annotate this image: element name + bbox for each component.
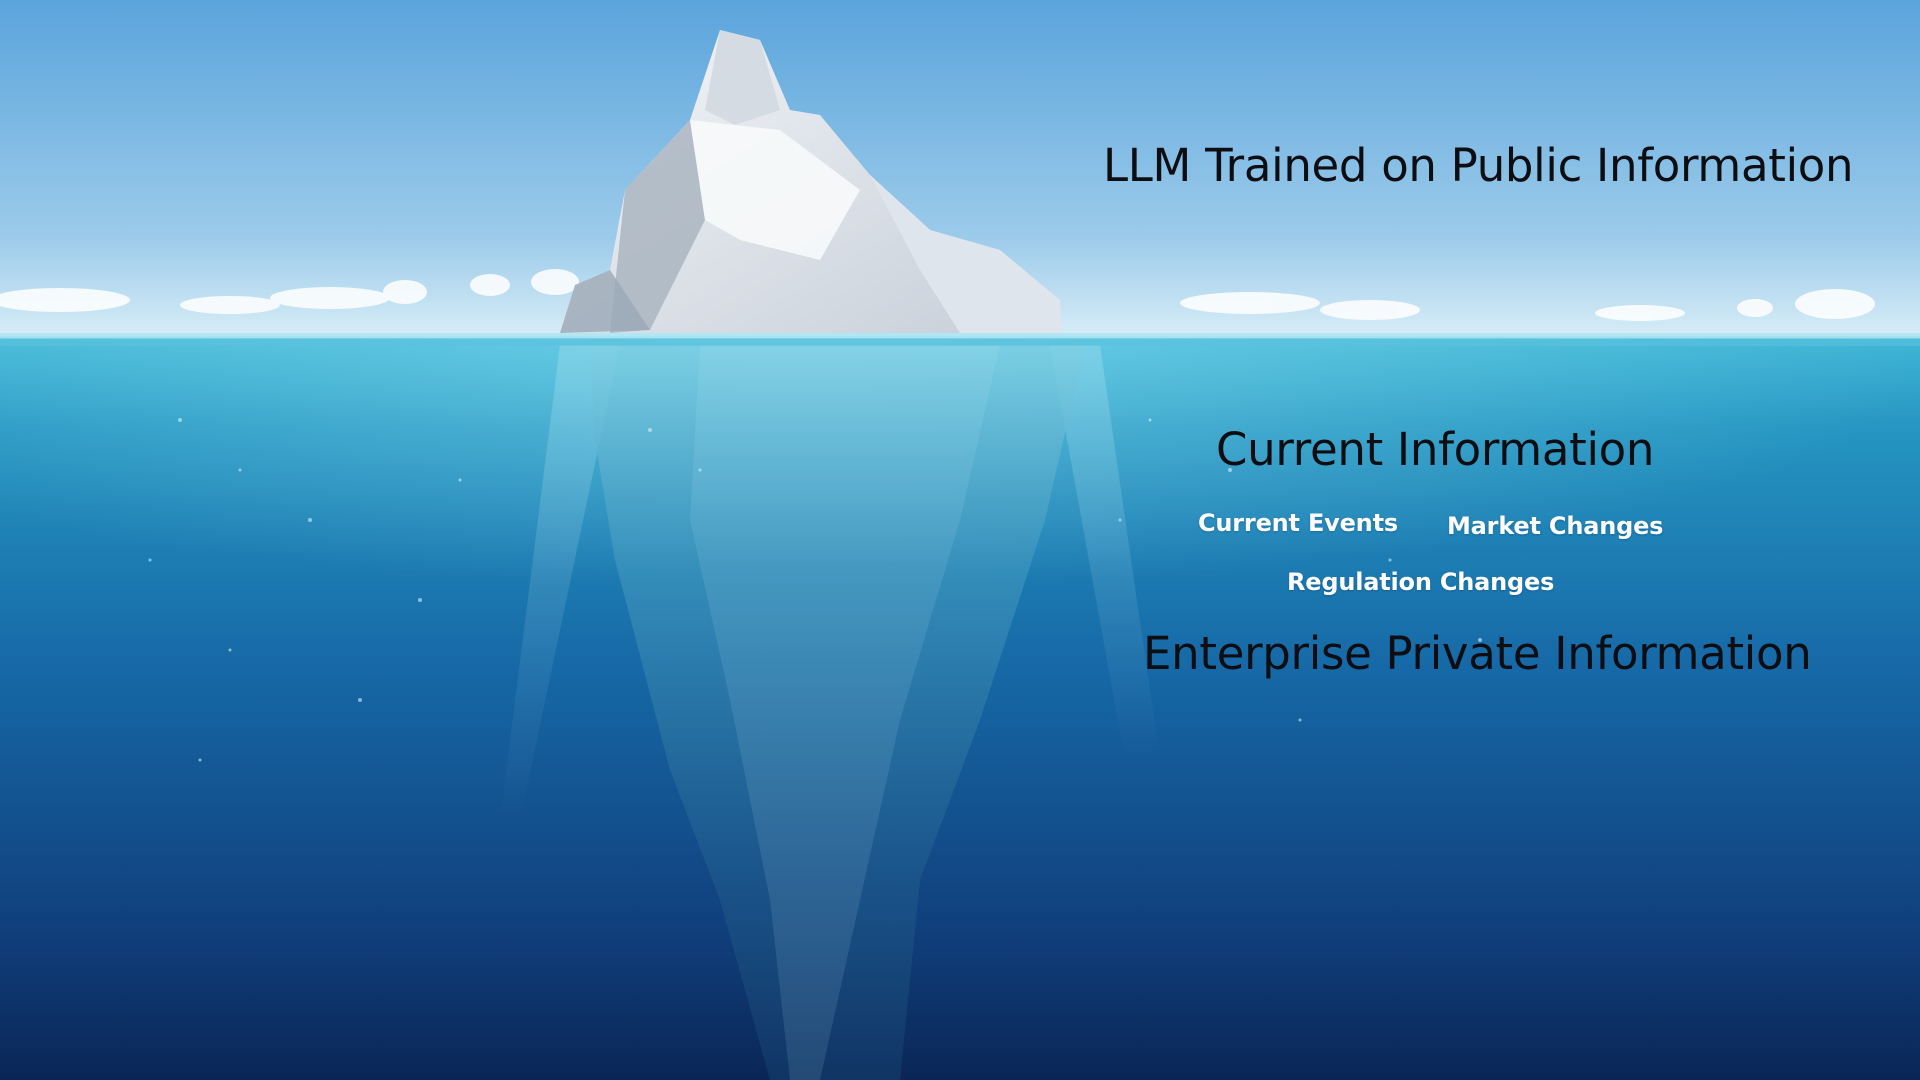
label-public-information: LLM Trained on Public Information (1103, 139, 1854, 192)
tag-current-events: Current Events (1198, 509, 1398, 537)
label-current-information: Current Information (1216, 423, 1655, 476)
tag-market-changes: Market Changes (1447, 512, 1664, 540)
label-enterprise-private-information: Enterprise Private Information (1143, 627, 1812, 680)
iceberg-scene: LLM Trained on Public Information Curren… (0, 0, 1920, 1080)
tag-regulation-changes: Regulation Changes (1287, 568, 1555, 596)
